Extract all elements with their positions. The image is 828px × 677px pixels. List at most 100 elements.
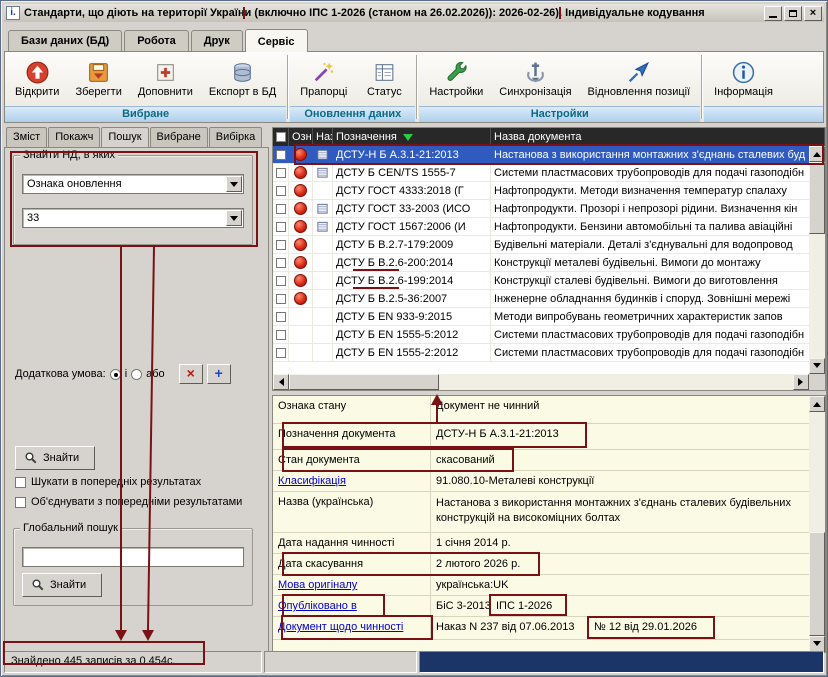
panel-tab[interactable]: Пошук — [101, 127, 148, 147]
search-panel: Знайти НД, в яких Ознака оновлення 33 До… — [4, 147, 269, 653]
row-checkbox[interactable] — [276, 294, 286, 304]
scrollbar-thumb[interactable] — [289, 374, 439, 390]
select-all-checkbox[interactable] — [276, 132, 286, 142]
global-find-button[interactable]: Знайти — [22, 573, 102, 597]
scrollbar-thumb[interactable] — [809, 532, 825, 636]
table-horizontal-scrollbar[interactable] — [273, 374, 809, 390]
panel-tab[interactable]: Зміст — [6, 127, 47, 147]
main-tab-label: Бази даних (БД) — [21, 35, 109, 47]
column-header-name-icon[interactable]: Наз — [313, 128, 333, 146]
toolbar-group-label: Настройки — [419, 106, 700, 122]
column-header-designation[interactable]: Позначення — [333, 128, 491, 146]
radio-and[interactable] — [110, 369, 121, 380]
global-search-input[interactable] — [22, 547, 244, 567]
minimize-button[interactable] — [764, 6, 782, 21]
toolbar-group-label — [704, 106, 823, 122]
table-row[interactable]: ДСТУ Б CEN/TS 1555-7Системи пластмасових… — [273, 164, 809, 182]
status-button[interactable]: Статус — [355, 53, 413, 105]
main-tab-label: Сервіс — [258, 36, 295, 48]
merge-with-previous-checkbox[interactable] — [15, 497, 26, 508]
panel-tab[interactable]: Вибірка — [209, 127, 263, 147]
main-tab[interactable]: Бази даних (БД) — [8, 30, 122, 51]
table-row[interactable]: ДСТУ Б В.2.7-179:2009Будівельні матеріал… — [273, 236, 809, 254]
panel-tab-label: Зміст — [13, 131, 40, 143]
row-checkbox[interactable] — [276, 222, 286, 232]
row-checkbox[interactable] — [276, 240, 286, 250]
table-row[interactable]: ДСТУ Б EN 1555-2:2012Системи пластмасови… — [273, 344, 809, 362]
main-tab[interactable]: Друк — [191, 30, 243, 51]
search-in-previous-checkbox[interactable] — [15, 477, 26, 488]
table-row[interactable]: ДСТУ ГОСТ 4333:2018 (ГНафтопродукти. Мет… — [273, 182, 809, 200]
row-checkbox[interactable] — [276, 330, 286, 340]
main-tab[interactable]: Сервіс — [245, 29, 308, 52]
table-row[interactable]: ДСТУ ГОСТ 1567:2006 (ИНафтопродукти. Бен… — [273, 218, 809, 236]
remove-condition-button[interactable]: × — [179, 364, 203, 384]
add-condition-button[interactable]: + — [207, 364, 231, 384]
append-button[interactable]: Доповнити — [130, 53, 201, 105]
row-checkbox[interactable] — [276, 186, 286, 196]
row-checkbox[interactable] — [276, 258, 286, 268]
radio-or[interactable] — [131, 369, 142, 380]
toolbar-button-label: Експорт в БД — [209, 86, 276, 98]
open-button[interactable]: Відкрити — [7, 53, 67, 105]
column-header-flag[interactable]: Озн — [289, 128, 313, 146]
panel-tab[interactable]: Вибране — [150, 127, 208, 147]
not-valid-flag-icon — [294, 220, 307, 233]
settings-icon — [444, 60, 469, 85]
row-checkbox[interactable] — [276, 348, 286, 358]
details-body: Ознака стануДокумент не чиннийПозначення… — [273, 396, 809, 652]
table-row[interactable]: ДСТУ Б EN 1555-5:2012Системи пластмасови… — [273, 326, 809, 344]
doc-designation: ДСТУ Б В.2.6-199:2014 — [333, 272, 491, 289]
criteria-value: 33 — [23, 212, 226, 224]
detail-label-link[interactable]: Документ щодо чинності — [273, 617, 431, 639]
sync-button[interactable]: Синхронізація — [491, 53, 579, 105]
not-valid-flag-icon — [294, 256, 307, 269]
export-db-button[interactable]: Експорт в БД — [201, 53, 284, 105]
settings-button[interactable]: Настройки — [421, 53, 491, 105]
detail-label: Дата надання чинності — [273, 533, 431, 553]
find-button[interactable]: Знайти — [15, 446, 95, 470]
chevron-down-icon[interactable] — [226, 176, 242, 192]
search-criteria-group: Знайти НД, в яких Ознака оновлення 33 — [13, 155, 253, 245]
detail-value: БіС 3-2013 — [431, 596, 491, 616]
row-checkbox[interactable] — [276, 168, 286, 178]
search-icon — [24, 451, 38, 465]
table-row[interactable]: ДСТУ Б В.2.6-200:2014Конструкції металев… — [273, 254, 809, 272]
detail-value: ІПС 1-2026 — [491, 596, 809, 616]
chevron-down-icon[interactable] — [226, 210, 242, 226]
row-checkbox[interactable] — [276, 204, 286, 214]
scrollbar-thumb[interactable] — [809, 162, 825, 234]
title-part3: . Індивідуальне кодування — [559, 7, 705, 19]
criteria-value-combo[interactable]: 33 — [22, 208, 244, 228]
save-button[interactable]: Зберегти — [67, 53, 129, 105]
search-in-previous-label: Шукати в попередніх результатах — [31, 476, 201, 488]
doc-designation: ДСТУ ГОСТ 33-2003 (ИСО — [333, 200, 491, 217]
panel-tab[interactable]: Покажч — [48, 127, 100, 147]
table-vertical-scrollbar[interactable] — [809, 146, 825, 374]
table-row[interactable]: ДСТУ Б В.2.5-36:2007Інженерне обладнання… — [273, 290, 809, 308]
detail-label-link[interactable]: Опубліковано в — [273, 596, 431, 616]
flags-button[interactable]: Прапорці — [292, 53, 355, 105]
close-button[interactable]: × — [804, 6, 822, 21]
details-vertical-scrollbar[interactable] — [809, 396, 825, 652]
row-checkbox[interactable] — [276, 312, 286, 322]
row-checkbox[interactable] — [276, 276, 286, 286]
info-icon — [731, 60, 756, 85]
detail-label-link[interactable]: Мова оригіналу — [273, 575, 431, 595]
table-row[interactable]: ДСТУ Б В.2.6-199:2014Конструкції сталеві… — [273, 272, 809, 290]
restore-position-button[interactable]: Відновлення позиції — [580, 53, 699, 105]
criteria-field-combo[interactable]: Ознака оновлення — [22, 174, 244, 194]
detail-label-link[interactable]: Класифікація — [273, 471, 431, 491]
table-row[interactable]: ДСТУ-Н Б А.3.1-21:2013Настанова з викори… — [273, 146, 809, 164]
select-all-cell[interactable] — [273, 128, 289, 146]
info-button[interactable]: Інформація — [706, 53, 781, 105]
column-header-doc-name[interactable]: Назва документа — [491, 128, 825, 146]
toolbar-group-label: Вибране — [5, 106, 286, 122]
table-row[interactable]: ДСТУ Б EN 933-9:2015Методи випробувань г… — [273, 308, 809, 326]
main-tab[interactable]: Робота — [124, 30, 189, 51]
row-checkbox[interactable] — [276, 150, 286, 160]
table-row[interactable]: ДСТУ ГОСТ 33-2003 (ИСОНафтопродукти. Про… — [273, 200, 809, 218]
maximize-button[interactable] — [784, 6, 802, 21]
detail-row: Стан документаскасований — [273, 450, 809, 471]
toolbar-button-label: Зберегти — [75, 86, 121, 98]
